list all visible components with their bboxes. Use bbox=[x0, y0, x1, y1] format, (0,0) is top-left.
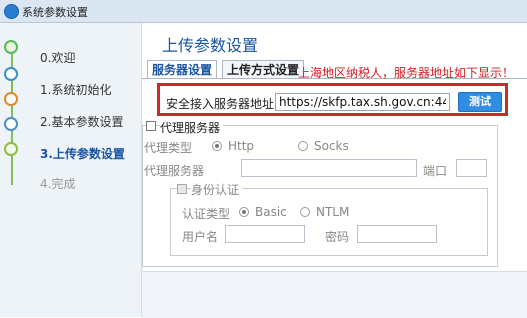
page-title: 上传参数设置 bbox=[162, 36, 259, 55]
upload-step-icon bbox=[4, 117, 18, 131]
step-sidebar: 0.欢迎 1.系统初始化 2.基本参数设置 3.上传参数设置 4.完成 bbox=[0, 23, 142, 317]
tab-server-settings[interactable]: 服务器设置 bbox=[147, 60, 218, 78]
step-system-init: 1.系统初始化 bbox=[40, 83, 112, 97]
username-label: 用户名 bbox=[182, 230, 219, 244]
password-label: 密码 bbox=[325, 230, 350, 244]
username-input[interactable] bbox=[225, 225, 305, 243]
auth-type-ntlm-label: NTLM bbox=[316, 205, 350, 219]
user-step-icon bbox=[4, 92, 18, 106]
proxy-type-http-radio[interactable] bbox=[212, 141, 222, 151]
shanghai-notice: 上海地区纳税人，服务器地址如下显示！ bbox=[298, 66, 515, 80]
auth-type-ntlm-radio[interactable] bbox=[300, 207, 310, 217]
step-track bbox=[11, 45, 13, 185]
window-title: 系统参数设置 bbox=[22, 6, 88, 19]
proxy-type-label: 代理类型 bbox=[144, 141, 193, 155]
proxy-server-input[interactable] bbox=[241, 159, 417, 177]
welcome-step-icon bbox=[4, 40, 18, 54]
tab-upload-method[interactable]: 上传方式设置 bbox=[222, 60, 305, 78]
bottom-panel bbox=[142, 271, 527, 318]
proxy-type-socks-label: Socks bbox=[314, 139, 349, 153]
test-button[interactable]: 测试 bbox=[458, 92, 502, 112]
auth-type-basic-label: Basic bbox=[255, 205, 287, 219]
port-label: 端口 bbox=[423, 164, 448, 178]
port-input[interactable] bbox=[456, 159, 487, 177]
main-content: 上传参数设置 服务器设置 上传方式设置 上海地区纳税人，服务器地址如下显示！ 安… bbox=[142, 23, 527, 318]
password-input[interactable] bbox=[357, 225, 437, 243]
step-finish: 4.完成 bbox=[40, 177, 76, 191]
proxy-type-socks-radio[interactable] bbox=[298, 141, 308, 151]
proxy-type-http-label: Http bbox=[228, 139, 255, 153]
step-upload-params: 3.上传参数设置 bbox=[40, 147, 125, 161]
proxy-group-label: 代理服务器 bbox=[160, 119, 224, 136]
server-address-input[interactable] bbox=[275, 93, 450, 111]
auth-group bbox=[170, 188, 488, 256]
auth-checkbox[interactable] bbox=[177, 184, 187, 194]
step-basic-params: 2.基本参数设置 bbox=[40, 115, 124, 129]
app-icon bbox=[4, 4, 19, 19]
auth-type-basic-radio[interactable] bbox=[239, 207, 249, 217]
gear-step-icon bbox=[4, 67, 18, 81]
proxy-server-label: 代理服务器 bbox=[144, 164, 205, 178]
address-label: 安全接入服务器地址: bbox=[166, 97, 279, 111]
auth-type-label: 认证类型 bbox=[182, 207, 231, 221]
title-bar: 系统参数设置 bbox=[0, 0, 527, 23]
check-step-icon bbox=[4, 142, 18, 156]
auth-group-label: 身份认证 bbox=[191, 181, 243, 198]
step-welcome: 0.欢迎 bbox=[40, 51, 76, 65]
proxy-checkbox[interactable] bbox=[146, 121, 156, 131]
